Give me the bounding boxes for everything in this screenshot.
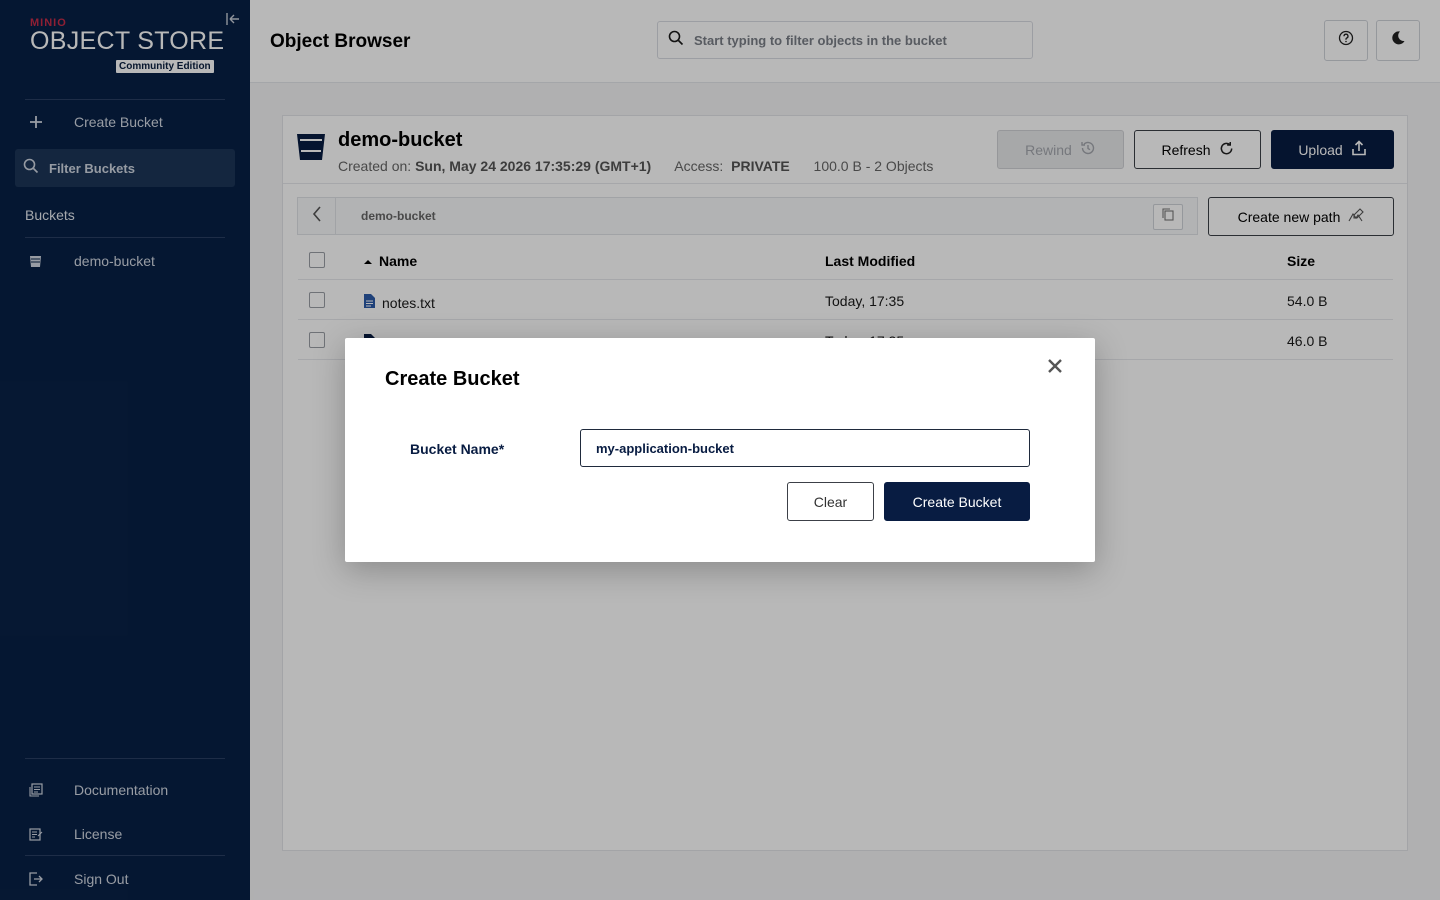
bucket-name-input[interactable] <box>580 429 1030 467</box>
create-bucket-dialog: Create Bucket Bucket Name* Clear Create … <box>345 338 1095 562</box>
create-bucket-submit-button[interactable]: Create Bucket <box>884 482 1030 521</box>
clear-button[interactable]: Clear <box>787 482 874 521</box>
close-icon[interactable] <box>1045 356 1065 376</box>
bucket-name-label: Bucket Name* <box>410 441 505 457</box>
dialog-title: Create Bucket <box>385 368 520 390</box>
